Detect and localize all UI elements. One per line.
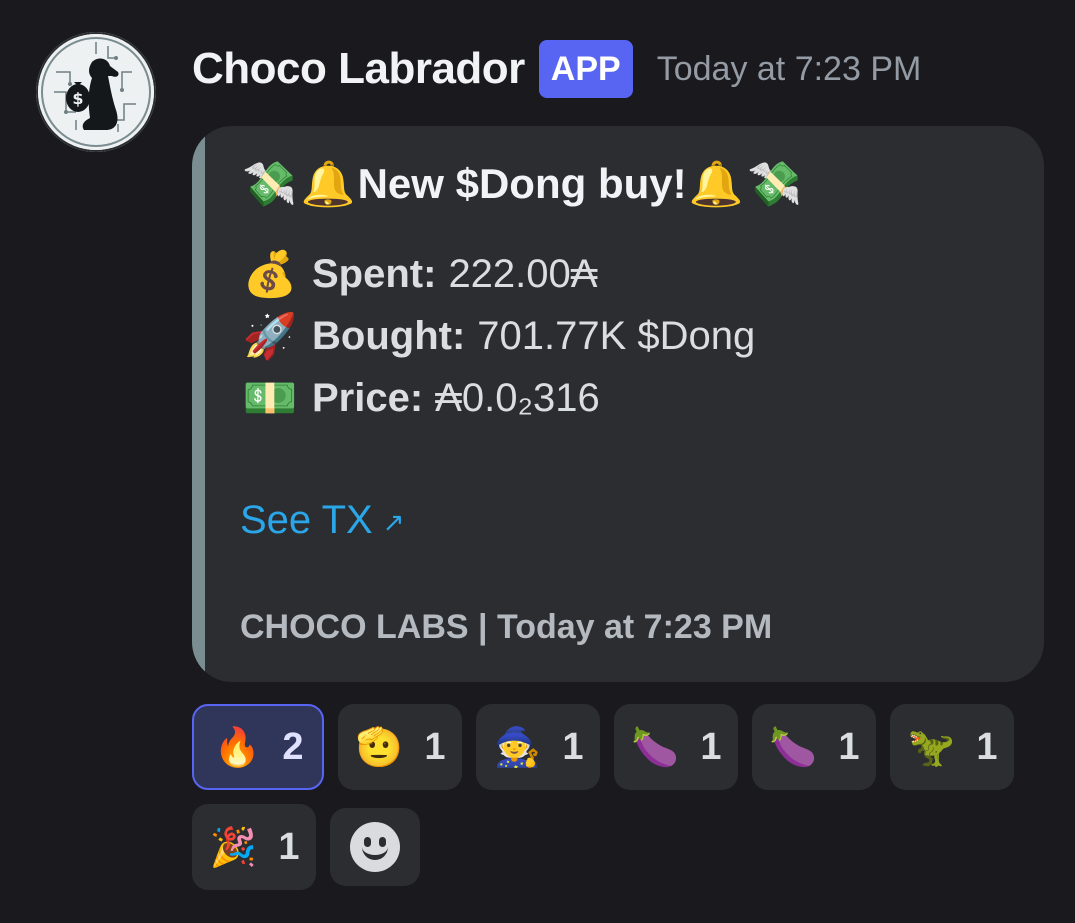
reaction-count: 1 — [700, 725, 722, 768]
field-label: Price: — [312, 375, 424, 420]
field-bought: 🚀 Bought: 701.77K $Dong — [240, 310, 756, 362]
reaction-count: 1 — [424, 725, 446, 768]
reaction-party[interactable]: 🎉 1 — [192, 804, 316, 890]
embed-title-text: New $Dong buy! — [357, 160, 687, 207]
add-reaction-smiley-icon — [350, 822, 400, 872]
see-tx-label: See TX — [240, 498, 373, 542]
reaction-wizard[interactable]: 🧙 1 — [476, 704, 600, 790]
message-timestamp[interactable]: Today at 7:23 PM — [657, 50, 922, 89]
saluting-face-icon: 🫡 — [355, 724, 404, 769]
field-value: 222.00₳ — [448, 251, 598, 296]
see-tx-link[interactable]: See TX ↗ — [240, 498, 404, 543]
reaction-count: 1 — [838, 725, 860, 768]
money-with-wings-icon: 💸 — [747, 159, 803, 210]
reaction-count: 2 — [282, 725, 304, 768]
message-header: Choco Labrador APP Today at 7:23 PM — [192, 38, 921, 100]
money-bag-icon: 💰 — [242, 249, 298, 300]
field-price: 💵 Price: ₳0.0₂316 — [240, 372, 600, 424]
author-name[interactable]: Choco Labrador — [192, 44, 525, 94]
wizard-icon: 🧙 — [493, 724, 542, 769]
embed-title: 💸 🔔 New $Dong buy! 🔔 💸 — [240, 158, 804, 210]
dino-custom-emoji-icon: 🦖 — [907, 724, 956, 769]
app-badge: APP — [538, 40, 633, 98]
reactions-bar: 🔥 2 🫡 1 🧙 1 🍆 1 🍆 1 🦖 1 🎉 1 — [192, 704, 1032, 890]
fire-icon: 🔥 — [213, 724, 262, 769]
dog-with-money-bag-icon: $ — [38, 34, 154, 150]
reaction-eggplant-flashlight[interactable]: 🍆 1 — [752, 704, 876, 790]
field-label: Spent: — [312, 251, 437, 296]
field-spent: 💰 Spent: 222.00₳ — [240, 248, 598, 300]
bell-icon: 🔔 — [688, 159, 744, 210]
add-reaction-button[interactable] — [330, 808, 420, 886]
reaction-count: 1 — [562, 725, 584, 768]
money-with-wings-icon: 💸 — [242, 159, 297, 210]
rocket-icon: 🚀 — [242, 311, 298, 362]
embed-footer: CHOCO LABS | Today at 7:23 PM — [240, 608, 773, 646]
embed-accent-bar — [192, 126, 205, 682]
embed-card: 💸 🔔 New $Dong buy! 🔔 💸 💰 Spent: 222.00₳ … — [192, 126, 1044, 682]
dollar-banknote-icon: 💵 — [242, 373, 298, 424]
reaction-count: 1 — [976, 725, 998, 768]
svg-text:$: $ — [72, 89, 83, 108]
party-popper-icon: 🎉 — [209, 824, 258, 869]
eggplant-character-icon: 🍆 — [631, 724, 680, 769]
eggplant-flashlight-icon: 🍆 — [769, 724, 818, 769]
field-label: Bought: — [312, 313, 466, 358]
reaction-salute[interactable]: 🫡 1 — [338, 704, 462, 790]
reaction-fire[interactable]: 🔥 2 — [192, 704, 324, 790]
chat-message: $ Choco Labrador APP Today at 7:23 PM 💸 … — [0, 0, 1075, 923]
bell-icon: 🔔 — [300, 159, 356, 210]
field-value: 701.77K $Dong — [477, 313, 756, 358]
reaction-eggplant[interactable]: 🍆 1 — [614, 704, 738, 790]
reaction-dino[interactable]: 🦖 1 — [890, 704, 1014, 790]
author-avatar[interactable]: $ — [36, 32, 156, 152]
reaction-count: 1 — [278, 825, 300, 868]
field-value: ₳0.0₂316 — [435, 375, 600, 420]
external-link-icon: ↗ — [382, 507, 405, 537]
